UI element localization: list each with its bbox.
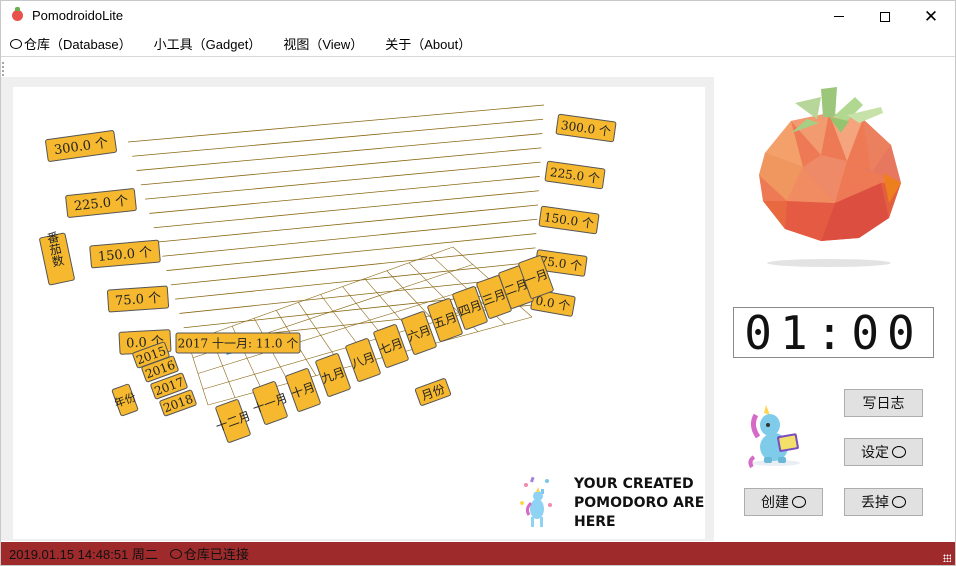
minimize-button[interactable] <box>816 1 862 32</box>
z-tick-label: 225.0 个 <box>65 188 137 218</box>
tomato-icon <box>792 496 806 508</box>
minimize-icon <box>834 16 844 17</box>
tomato-app-icon <box>12 7 23 21</box>
unicorn-small-icon <box>520 476 552 527</box>
tomato-icon <box>169 548 182 559</box>
menu-database-label: 仓库（Database） <box>24 37 132 52</box>
month-axis-title: 月份 <box>414 378 452 406</box>
z-tick-label: 150.0 个 <box>89 239 161 269</box>
year-axis-title: 年份 <box>111 383 139 417</box>
app-window: PomodroidoLite ✕ 仓库（Database） 小工具（Gadget… <box>0 0 956 566</box>
chart-area[interactable]: 300.0 个 300.0 个 225.0 个 225.0 个 150.0 个 150.0… <box>13 87 705 539</box>
month-label: 七月 <box>373 324 409 368</box>
grid-line <box>145 161 541 200</box>
menu-separator <box>1 56 955 57</box>
close-button[interactable]: ✕ <box>908 1 954 32</box>
menu-about[interactable]: 关于（About） <box>374 32 482 55</box>
settings-button[interactable]: 设定 <box>844 438 923 466</box>
unicorn-mascot-icon <box>748 405 800 469</box>
promo-text: YOUR CREATED POMODORO ARE HERE <box>574 476 705 530</box>
grid-line <box>136 133 543 171</box>
tomato-icon <box>892 496 906 508</box>
grid-line <box>162 218 538 257</box>
menu-view-label: 视图（View） <box>283 37 364 52</box>
maximize-icon <box>880 11 890 22</box>
z-tick-label: 300.0 个 <box>555 113 617 143</box>
tomato-icon <box>10 38 22 49</box>
menu-gadget-label: 小工具（Gadget） <box>153 37 262 52</box>
grid-line <box>127 104 545 143</box>
resize-grip-icon[interactable] <box>943 554 951 562</box>
close-icon: ✕ <box>923 7 939 26</box>
status-database: 仓库已连接 <box>169 544 249 563</box>
menu-bar: 仓库（Database） 小工具（Gadget） 视图（View） 关于（Abo… <box>1 32 955 55</box>
write-log-button[interactable]: 写日志 <box>844 389 923 417</box>
menu-about-label: 关于（About） <box>385 37 472 52</box>
create-button[interactable]: 创建 <box>744 488 823 516</box>
settings-label: 设定 <box>861 444 889 460</box>
z-tick-label: 75.0 个 <box>106 285 170 313</box>
tomato-logo <box>759 87 901 267</box>
pomodoro-3d-chart[interactable]: 300.0 个 300.0 个 225.0 个 225.0 个 150.0 个 150.0… <box>13 87 705 539</box>
discard-button[interactable]: 丢掉 <box>844 488 923 516</box>
grid-line <box>166 233 537 271</box>
grid-line <box>170 247 536 286</box>
z-tick-label: 225.0 个 <box>544 160 606 190</box>
menu-database[interactable]: 仓库（Database） <box>1 32 143 55</box>
month-label: 九月 <box>315 353 351 397</box>
grid-line <box>157 204 539 243</box>
month-label: 八月 <box>345 338 381 382</box>
z-tick-label: 300.0 个 <box>45 130 117 162</box>
z-axis-title: 番茄数 <box>39 230 75 286</box>
grid-line <box>149 176 540 214</box>
menu-view[interactable]: 视图（View） <box>272 32 374 55</box>
tomato-icon <box>892 446 906 458</box>
svg-text:2017 十一月: 11.0 个: 2017 十一月: 11.0 个 <box>178 337 299 351</box>
data-tooltip: 2017 十一月: 11.0 个 <box>175 332 301 354</box>
menu-gadget[interactable]: 小工具（Gadget） <box>143 32 273 55</box>
promo-banner: YOUR CREATED POMODORO ARE HERE <box>517 475 707 535</box>
status-database-label: 仓库已连接 <box>183 547 249 562</box>
countdown-timer: 01:00 <box>733 306 934 360</box>
title-bar: PomodroidoLite ✕ <box>1 1 955 32</box>
month-label: 十一月 <box>251 381 289 425</box>
discard-label: 丢掉 <box>861 494 889 510</box>
grid-line <box>153 190 539 229</box>
svg-text:75.0 个: 75.0 个 <box>115 291 162 309</box>
status-datetime: 2019.01.15 14:48:51 周二 <box>9 547 158 562</box>
create-label: 创建 <box>761 494 789 510</box>
grid-line <box>132 118 544 157</box>
grid-line <box>140 147 542 186</box>
window-title: PomodroidoLite <box>32 8 124 23</box>
month-label: 十二月 <box>214 399 252 443</box>
timer-value: 01:00 <box>744 306 923 360</box>
maximize-button[interactable] <box>862 1 908 32</box>
z-tick-label: 150.0 个 <box>538 205 600 235</box>
status-bar: 2019.01.15 14:48:51 周二 仓库已连接 <box>1 542 955 565</box>
write-log-label: 写日志 <box>862 395 905 411</box>
